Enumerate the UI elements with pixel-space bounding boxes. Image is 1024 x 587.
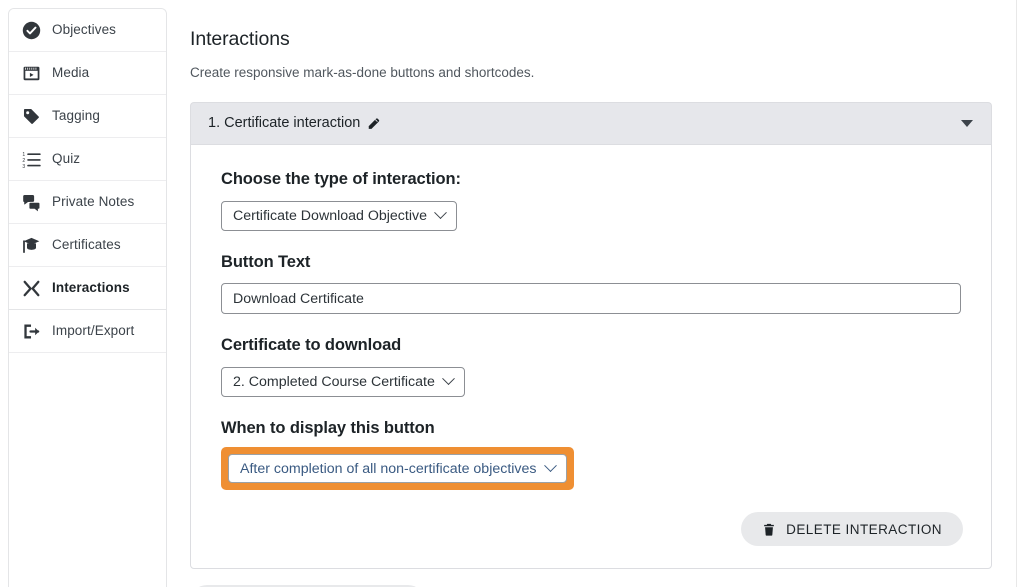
sidebar-item-certificates[interactable]: Certificates (9, 224, 166, 267)
chevron-down-icon[interactable] (961, 119, 973, 127)
certificate-value: 2. Completed Course Certificate (233, 373, 435, 390)
svg-text:3: 3 (22, 163, 25, 168)
display-condition-select[interactable]: After completion of all non-certificate … (228, 454, 567, 484)
svg-text:1: 1 (22, 152, 25, 158)
page-title: Interactions (190, 28, 290, 50)
sidebar-item-label: Import/Export (52, 323, 135, 339)
sidebar-item-label: Media (52, 65, 90, 81)
sidebar-item-media[interactable]: Media (9, 52, 166, 95)
media-clapper-icon (20, 62, 42, 84)
sidebar-item-quiz[interactable]: 1 2 3 Quiz (9, 138, 166, 181)
sidebar-item-label: Private Notes (52, 194, 135, 210)
delete-interaction-label: DELETE INTERACTION (786, 521, 942, 537)
chevron-down-icon (442, 372, 455, 386)
certificate-select[interactable]: 2. Completed Course Certificate (221, 366, 465, 397)
button-text-label: Button Text (221, 252, 311, 271)
numbered-list-icon: 1 2 3 (20, 148, 42, 170)
sidebar-item-import-export[interactable]: Import/Export (9, 310, 166, 353)
accordion-title-text: 1. Certificate interaction (208, 115, 361, 132)
sidebar-item-label: Interactions (52, 280, 130, 296)
chevron-down-icon (543, 459, 557, 473)
interactions-icon (20, 277, 42, 299)
sidebar-item-objectives[interactable]: Objectives (9, 9, 166, 52)
check-circle-icon (20, 19, 42, 41)
certificate-label: Certificate to download (221, 336, 402, 355)
app-root: Objectives Media Tagging 1 2 3 Quiz Priv… (0, 0, 1024, 587)
interaction-type-value: Certificate Download Objective (233, 207, 427, 224)
page-subtitle: Create responsive mark-as-done buttons a… (190, 65, 535, 81)
trash-icon (762, 522, 776, 537)
export-arrow-icon (20, 320, 42, 342)
sidebar-item-label: Tagging (52, 108, 100, 124)
sidebar-item-tagging[interactable]: Tagging (9, 95, 166, 138)
sidebar: Objectives Media Tagging 1 2 3 Quiz Priv… (8, 8, 167, 587)
sidebar-empty-area (9, 353, 166, 587)
display-condition-highlight: After completion of all non-certificate … (221, 447, 574, 491)
tag-icon (20, 105, 42, 127)
delete-button-row: DELETE INTERACTION (221, 512, 963, 547)
accordion-body: Choose the type of interaction: Certific… (190, 143, 992, 570)
interaction-type-label: Choose the type of interaction: (221, 169, 461, 188)
display-condition-value: After completion of all non-certificate … (240, 460, 537, 477)
main-content: Interactions Create responsive mark-as-d… (168, 8, 1016, 587)
page-right-edge (1016, 0, 1017, 587)
accordion-header[interactable]: 1. Certificate interaction (190, 101, 992, 144)
pencil-icon[interactable] (367, 116, 381, 130)
sidebar-item-label: Objectives (52, 22, 117, 38)
comments-icon (20, 191, 42, 213)
display-condition-label: When to display this button (221, 418, 435, 437)
sidebar-item-private-notes[interactable]: Private Notes (9, 181, 166, 224)
sidebar-item-label: Certificates (52, 237, 121, 253)
graduation-cap-icon (20, 234, 42, 256)
chevron-down-icon (434, 206, 447, 220)
interaction-block: 1. Certificate interaction Choose the ty… (190, 101, 992, 570)
accordion-title-group: 1. Certificate interaction (208, 115, 381, 131)
button-text-input[interactable] (221, 283, 961, 315)
delete-interaction-button[interactable]: DELETE INTERACTION (741, 512, 963, 547)
interaction-type-select[interactable]: Certificate Download Objective (221, 200, 457, 231)
sidebar-item-interactions[interactable]: Interactions (9, 267, 166, 310)
sidebar-item-label: Quiz (52, 151, 81, 167)
